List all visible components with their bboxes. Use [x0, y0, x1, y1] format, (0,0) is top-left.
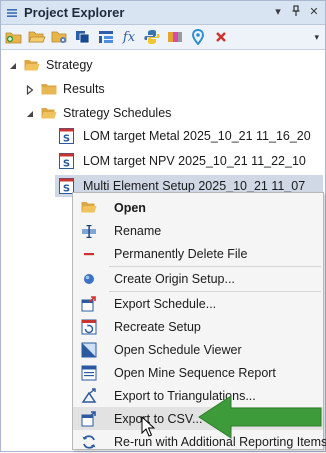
recreate-icon: [80, 318, 98, 336]
tree-node-label: Strategy: [46, 58, 93, 72]
export-schedule-icon: [80, 295, 98, 313]
svg-text:S: S: [63, 184, 70, 195]
folder-icon: [80, 199, 98, 217]
menu-item-mine-sequence-report[interactable]: Open Mine Sequence Report: [73, 361, 323, 384]
origin-icon: [80, 270, 98, 288]
menu-item-label: Export Schedule...: [114, 296, 217, 311]
open-folder-icon[interactable]: [28, 28, 46, 46]
function-glyph: fx: [122, 29, 136, 45]
menu-item-label: Permanently Delete File: [114, 246, 248, 261]
tree-file-label: LOM target NPV 2025_10_21 11_22_10: [83, 154, 306, 168]
triangulation-icon: [80, 387, 98, 405]
toolbar: fx ▾: [1, 25, 325, 50]
expanded-arrow-icon[interactable]: [25, 108, 35, 118]
tree-file-item[interactable]: S LOM target Metal 2025_10_21 11_16_20: [59, 125, 311, 147]
export-csv-icon: [80, 410, 98, 428]
rerun-icon: [80, 433, 98, 451]
tree-file-item[interactable]: S LOM target NPV 2025_10_21 11_22_10: [59, 150, 306, 172]
menu-item-create-origin[interactable]: Create Origin Setup...: [73, 267, 323, 290]
folder-open-icon: [24, 59, 40, 72]
tree-node-label: Strategy Schedules: [63, 106, 172, 120]
tree-node-results[interactable]: Results: [25, 78, 105, 100]
delete-line-icon: [80, 245, 98, 263]
menu-item-label: Open: [114, 200, 146, 215]
copy-icon[interactable]: [74, 28, 92, 46]
menu-item-label: Create Origin Setup...: [114, 271, 235, 286]
menu-item-label: Rename: [114, 223, 162, 238]
tree-file-label: LOM target Metal 2025_10_21 11_16_20: [83, 129, 311, 143]
menu-item-recreate-setup[interactable]: Recreate Setup: [73, 315, 323, 338]
menu-item-label: Open Mine Sequence Report: [114, 365, 276, 380]
rename-icon: [80, 222, 98, 240]
function-icon[interactable]: fx: [120, 28, 138, 46]
project-explorer-panel: Project Explorer ▾ ✕ fx ▾ Strategy Resul…: [0, 0, 326, 452]
menu-item-schedule-viewer[interactable]: Open Schedule Viewer: [73, 338, 323, 361]
location-icon[interactable]: [189, 28, 207, 46]
folder-settings-icon[interactable]: [51, 28, 69, 46]
menu-item-label: Export to CSV...: [114, 411, 203, 426]
new-folder-icon[interactable]: [5, 28, 23, 46]
svg-text:S: S: [63, 134, 70, 145]
palette-icon[interactable]: [166, 28, 184, 46]
toolbar-overflow-icon[interactable]: ▾: [314, 32, 319, 43]
svg-text:S: S: [63, 159, 70, 170]
menu-item-export-schedule[interactable]: Export Schedule...: [73, 292, 323, 315]
schedule-file-icon: S: [59, 153, 74, 170]
schedule-viewer-icon: [80, 341, 98, 359]
panel-title-bar: Project Explorer ▾ ✕: [1, 1, 325, 25]
menu-item-open[interactable]: Open: [73, 196, 323, 219]
schedule-file-icon: S: [59, 128, 74, 145]
expanded-arrow-icon[interactable]: [8, 60, 18, 70]
mouse-cursor-icon: [141, 416, 155, 437]
menu-item-rename[interactable]: Rename: [73, 219, 323, 242]
menu-item-label: Open Schedule Viewer: [114, 342, 242, 357]
pin-icon[interactable]: [289, 5, 303, 19]
folder-open-icon: [41, 107, 57, 120]
tree-node-strategy[interactable]: Strategy: [8, 54, 93, 76]
collapsed-arrow-icon[interactable]: [25, 84, 35, 96]
tree-node-label: Results: [63, 82, 105, 96]
tree-layout-icon[interactable]: [97, 28, 115, 46]
report-icon: [80, 364, 98, 382]
annotation-arrow-icon: [198, 395, 322, 439]
tree-file-label: Multi Element Setup 2025_10_21 11_07: [83, 179, 306, 193]
dropdown-icon[interactable]: ▾: [271, 5, 285, 19]
delete-icon[interactable]: [212, 28, 230, 46]
python-icon[interactable]: [143, 28, 161, 46]
close-icon[interactable]: ✕: [307, 5, 321, 19]
folder-icon: [41, 83, 57, 96]
tree-node-strategy-schedules[interactable]: Strategy Schedules: [25, 102, 171, 124]
menu-item-delete[interactable]: Permanently Delete File: [73, 242, 323, 265]
panel-menu-icon[interactable]: [6, 7, 18, 19]
menu-item-label: Recreate Setup: [114, 319, 201, 334]
panel-title: Project Explorer: [24, 5, 125, 20]
